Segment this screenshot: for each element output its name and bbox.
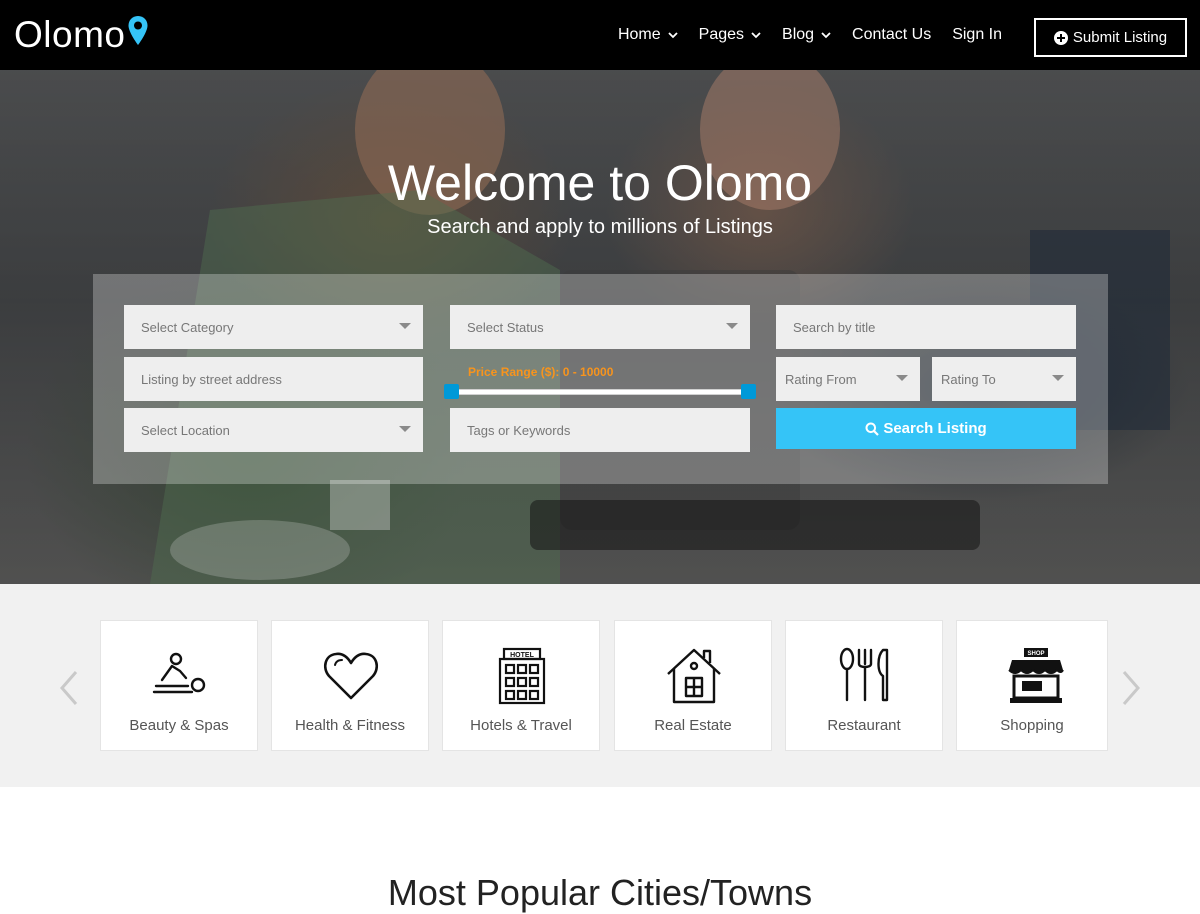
dropdown-arrow-icon — [726, 323, 738, 329]
chevron-down-icon — [821, 31, 831, 38]
location-select[interactable]: Select Location — [124, 408, 423, 452]
category-select[interactable]: Select Category — [124, 305, 423, 349]
location-select-value: Select Location — [141, 422, 230, 438]
nav-item-label: Home — [617, 26, 661, 43]
nav-item-label: Pages — [698, 26, 745, 43]
submit-listing-button[interactable]: Submit Listing — [1034, 18, 1187, 57]
chevron-down-icon — [668, 31, 678, 38]
search-listing-button[interactable]: Search Listing — [776, 408, 1076, 449]
popular-cities-heading: Most Popular Cities/Towns — [387, 872, 813, 913]
category-carousel: Beauty & Spas Health & Fitness HOTEL Hot… — [0, 584, 1200, 787]
search-panel: Select Category Select Status Search by … — [93, 274, 1108, 484]
dropdown-arrow-icon — [399, 426, 411, 432]
category-label: Hotels & Travel — [470, 717, 572, 734]
price-range-label: Price Range ($): 0 - 10000 — [468, 365, 614, 379]
dropdown-arrow-icon — [1052, 375, 1064, 381]
hero-banner: Welcome to Olomo Search and apply to mil… — [0, 70, 1200, 584]
top-navbar: Olomo Home Pages Blog Contact Us Sign In — [0, 0, 1200, 70]
category-card-health-fitness[interactable]: Health & Fitness — [271, 620, 429, 751]
category-label: Restaurant — [827, 717, 901, 734]
nav-item-label: Sign In — [952, 26, 1002, 43]
category-label: Real Estate — [654, 717, 732, 734]
carousel-next-arrow-icon[interactable] — [1120, 670, 1142, 706]
house-icon — [667, 648, 721, 704]
tags-input[interactable]: Tags or Keywords — [450, 408, 750, 452]
hotel-icon: HOTEL — [498, 647, 546, 705]
massage-icon — [152, 652, 206, 694]
rating-from-select[interactable]: Rating From — [776, 357, 920, 401]
cutlery-icon — [839, 647, 889, 702]
nav-item-label: Contact Us — [852, 26, 932, 43]
rating-from-value: Rating From — [785, 371, 857, 387]
category-card-beauty-spas[interactable]: Beauty & Spas — [100, 620, 258, 751]
category-card-real-estate[interactable]: Real Estate — [614, 620, 772, 751]
submit-listing-label: Submit Listing — [1072, 29, 1168, 46]
rating-to-select[interactable]: Rating To — [932, 357, 1076, 401]
category-card-shopping[interactable]: SHOP Shopping — [956, 620, 1108, 751]
hero-title: Welcome to Olomo — [387, 155, 813, 211]
nav-item-blog[interactable]: Blog — [782, 26, 831, 44]
hero-subtitle: Search and apply to millions of Listings — [427, 216, 773, 238]
price-range-max-handle[interactable] — [741, 384, 756, 399]
tags-placeholder: Tags or Keywords — [467, 422, 571, 438]
shop-sign-text: SHOP — [1027, 651, 1044, 657]
category-label: Shopping — [1000, 717, 1064, 734]
nav-item-contact-us[interactable]: Contact Us — [852, 26, 931, 44]
category-label: Beauty & Spas — [129, 717, 229, 734]
nav-menu: Home Pages Blog Contact Us Sign In — [618, 0, 1002, 70]
brand-name: Olomo — [14, 14, 126, 55]
category-select-value: Select Category — [141, 319, 234, 335]
status-select[interactable]: Select Status — [450, 305, 750, 349]
search-icon — [865, 422, 880, 436]
carousel-prev-arrow-icon[interactable] — [58, 670, 80, 706]
category-card-hotels-travel[interactable]: HOTEL Hotels & Travel — [442, 620, 600, 751]
title-search-placeholder: Search by title — [793, 319, 876, 335]
chevron-down-icon — [751, 31, 761, 38]
category-card-restaurant[interactable]: Restaurant — [785, 620, 943, 751]
nav-item-home[interactable]: Home — [618, 26, 678, 44]
brand-logo[interactable]: Olomo — [14, 13, 149, 57]
dropdown-arrow-icon — [896, 375, 908, 381]
price-range-min-handle[interactable] — [444, 384, 459, 399]
nav-item-label: Blog — [782, 26, 815, 43]
search-listing-label: Search Listing — [883, 420, 987, 437]
shop-icon: SHOP — [1008, 648, 1064, 703]
price-range-slider[interactable] — [450, 389, 750, 395]
nav-item-sign-in[interactable]: Sign In — [952, 26, 1002, 44]
plus-circle-icon — [1053, 30, 1068, 45]
title-search-input[interactable]: Search by title — [776, 305, 1076, 349]
street-address-placeholder: Listing by street address — [141, 371, 282, 387]
category-label: Health & Fitness — [294, 717, 406, 734]
status-select-value: Select Status — [467, 319, 544, 335]
hotel-sign-text: HOTEL — [510, 652, 534, 659]
nav-item-pages[interactable]: Pages — [699, 26, 761, 44]
dropdown-arrow-icon — [399, 323, 411, 329]
heart-icon — [323, 652, 379, 700]
rating-to-value: Rating To — [941, 371, 996, 387]
map-pin-icon — [127, 14, 149, 56]
street-address-input[interactable]: Listing by street address — [124, 357, 423, 401]
